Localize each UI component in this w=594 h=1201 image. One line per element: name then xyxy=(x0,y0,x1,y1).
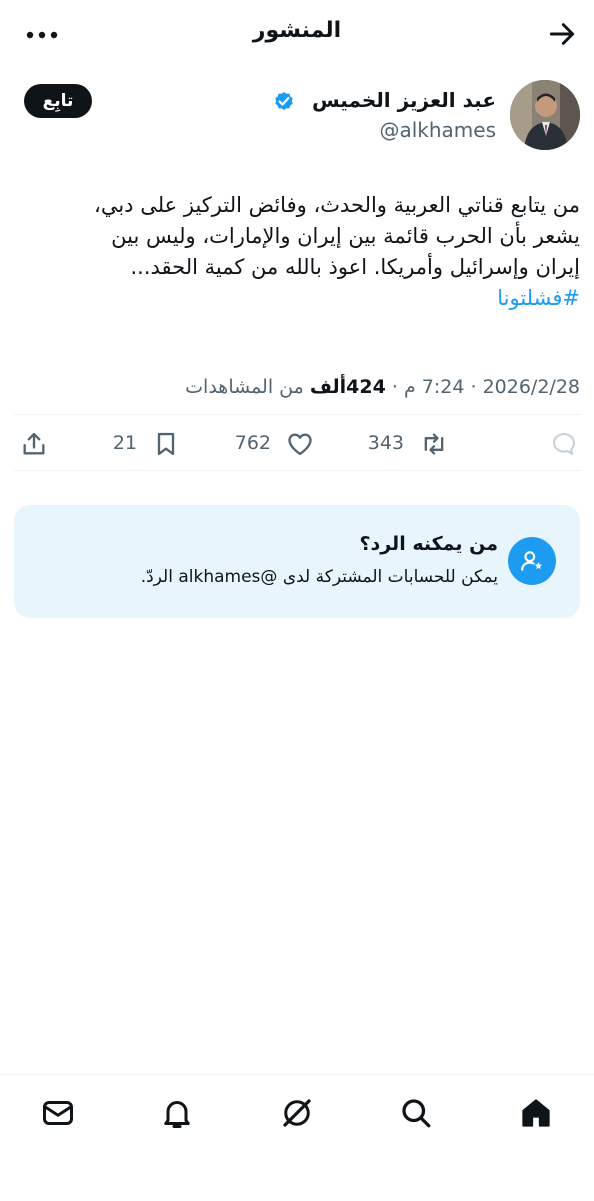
divider xyxy=(14,470,580,471)
more-options-button[interactable] xyxy=(22,20,62,50)
reply-restriction-description: يمكن للحسابات المشتركة لدى @alkhames الر… xyxy=(140,567,498,587)
hashtag-link[interactable]: #فشلتونا xyxy=(10,283,580,314)
notifications-icon[interactable] xyxy=(159,1095,195,1131)
retweet-icon[interactable] xyxy=(420,430,448,458)
verified-badge-icon xyxy=(272,89,296,113)
views-count[interactable]: 424ألف xyxy=(310,376,386,398)
more-horizontal-icon xyxy=(26,31,58,39)
meta-separator: · xyxy=(470,376,477,398)
post-text-line: من يتابع قناتي العربية والحدث، وفائض الت… xyxy=(94,193,580,217)
post-actions: 343 762 21 xyxy=(0,420,594,468)
retweet-count: 343 xyxy=(367,432,404,454)
author-handle[interactable]: @alkhames xyxy=(379,118,496,142)
like-icon[interactable] xyxy=(286,430,314,458)
bookmark-icon[interactable] xyxy=(152,430,180,458)
like-count: 762 xyxy=(234,432,271,454)
top-bar: المنشور xyxy=(0,0,594,70)
reply-icon[interactable] xyxy=(550,430,578,458)
post-text-line: إيران وإسرائيل وأمريكا. اعوذ بالله من كم… xyxy=(130,255,580,279)
reply-restriction-title: من يمكنه الرد؟ xyxy=(359,533,498,555)
divider xyxy=(14,414,580,415)
post-text-line: يشعر بأن الحرب قائمة بين إيران والإمارات… xyxy=(111,224,580,248)
bookmark-count: 21 xyxy=(112,432,137,454)
reply-restriction-icon xyxy=(508,537,556,585)
messages-icon[interactable] xyxy=(40,1095,76,1131)
post-date[interactable]: 2026/2/28 xyxy=(483,376,580,398)
avatar-photo xyxy=(510,80,580,150)
avatar[interactable] xyxy=(510,80,580,150)
verified-user-icon xyxy=(521,551,543,571)
author-name[interactable]: عبد العزيز الخميس xyxy=(312,88,496,112)
post-meta: 2026/2/28 · 7:24 م · 424ألف من المشاهدات xyxy=(185,376,580,398)
share-icon[interactable] xyxy=(20,430,48,458)
grok-icon[interactable] xyxy=(279,1095,315,1131)
meta-separator: · xyxy=(391,376,398,398)
post-time[interactable]: 7:24 م xyxy=(404,376,464,398)
reply-restriction-box: من يمكنه الرد؟ يمكن للحسابات المشتركة لد… xyxy=(14,505,580,618)
views-label: من المشاهدات xyxy=(185,376,304,398)
page-title: المنشور xyxy=(252,18,342,43)
follow-button[interactable]: تابِع xyxy=(24,84,92,118)
post-text: من يتابع قناتي العربية والحدث، وفائض الت… xyxy=(10,190,580,314)
home-icon[interactable] xyxy=(518,1095,554,1131)
search-icon[interactable] xyxy=(398,1095,434,1131)
bottom-navigation xyxy=(0,1074,594,1201)
